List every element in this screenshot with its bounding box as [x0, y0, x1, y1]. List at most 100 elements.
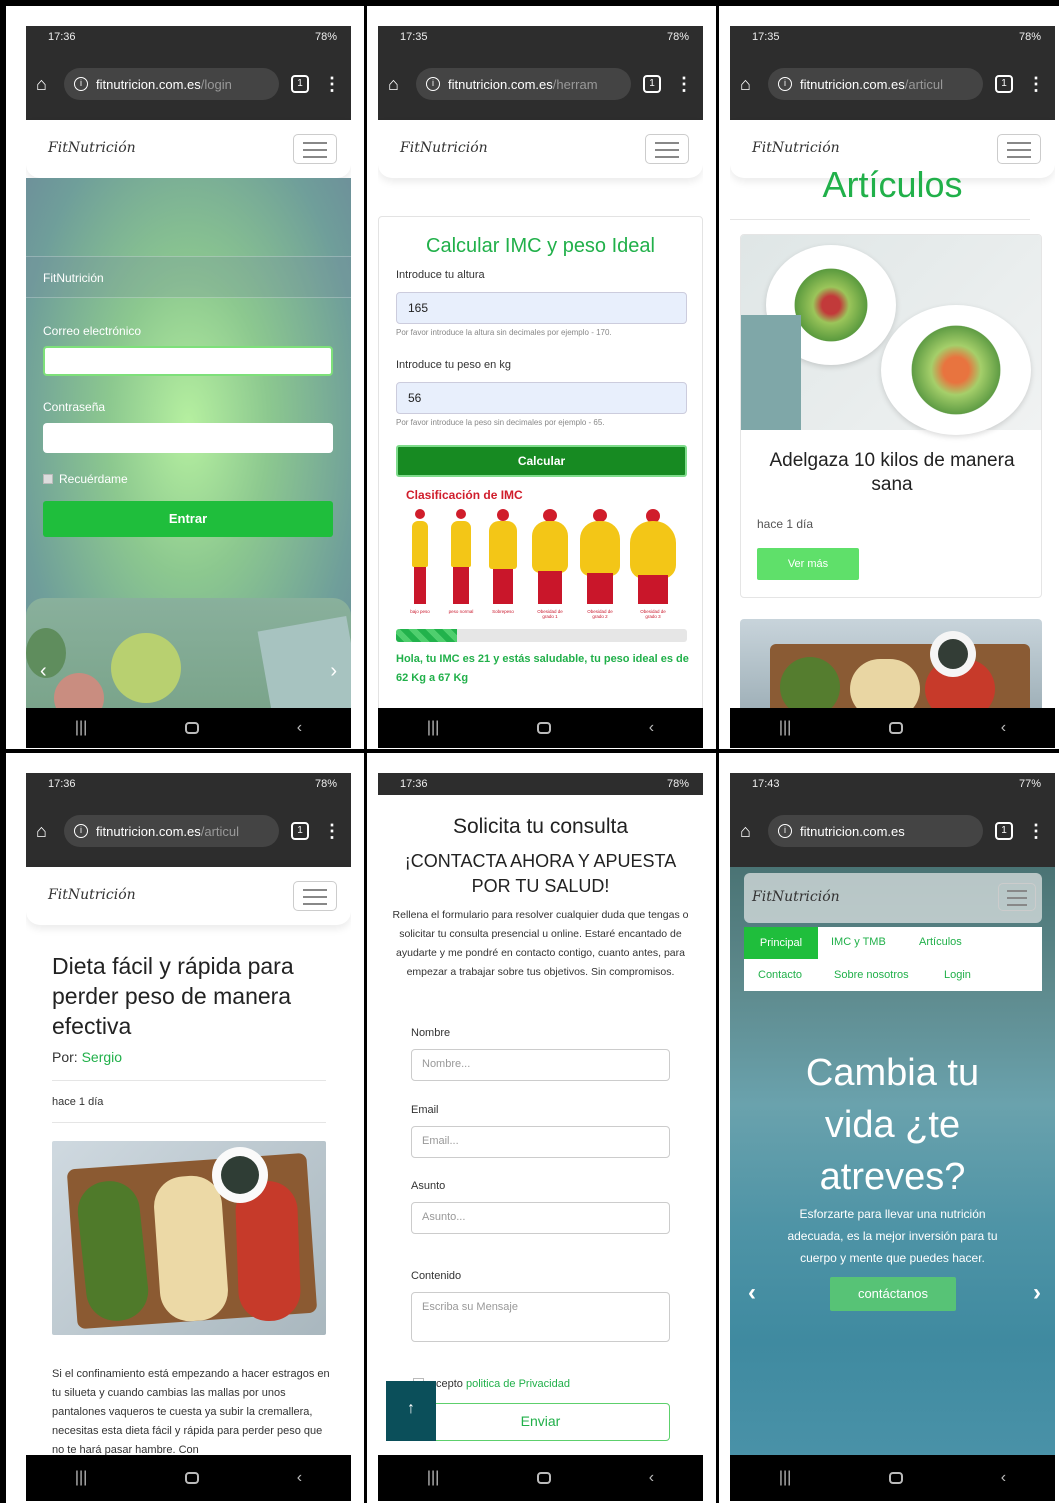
brand-logo[interactable]: FitNutrición: [400, 140, 488, 156]
remember-checkbox[interactable]: [43, 474, 53, 484]
recents-icon[interactable]: |||: [427, 719, 439, 737]
menu-dots-icon[interactable]: ⋮: [323, 74, 341, 95]
brand-logo[interactable]: FitNutrición: [752, 140, 840, 156]
login-button[interactable]: Entrar: [43, 501, 333, 537]
carousel-next-icon[interactable]: ›: [330, 660, 337, 683]
menu-dots-icon[interactable]: ⋮: [1027, 821, 1045, 842]
email-input[interactable]: Email...: [411, 1126, 670, 1158]
menu-item-articulos[interactable]: Artículos: [919, 936, 962, 948]
brand-logo[interactable]: FitNutrición: [752, 889, 840, 905]
carousel-prev-icon[interactable]: ‹: [40, 660, 47, 683]
brand-logo[interactable]: FitNutrición: [48, 140, 136, 156]
status-bar: 17:35 78%: [378, 26, 703, 48]
login-hero: FitNutrición Correo electrónico Contrase…: [26, 178, 351, 736]
figure-label-1: bajo peso: [410, 609, 430, 614]
privacy-link[interactable]: politica de Privacidad: [466, 1378, 570, 1390]
browser-bar: ⌂ i fitnutricion.com.es/login 1 ⋮: [26, 48, 351, 120]
scroll-top-button[interactable]: ↑: [386, 1381, 436, 1441]
height-input[interactable]: 165: [396, 292, 687, 324]
cta-button[interactable]: contáctanos: [830, 1277, 956, 1311]
back-icon[interactable]: ‹: [1001, 1469, 1006, 1487]
menu-item-imc[interactable]: IMC y TMB: [831, 936, 886, 948]
menu-item-sobre[interactable]: Sobre nosotros: [834, 969, 909, 981]
password-field[interactable]: [43, 423, 333, 453]
info-icon: i: [426, 77, 440, 91]
subject-input[interactable]: Asunto...: [411, 1202, 670, 1234]
hero-background: FitNutrición Principal IMC y TMB Artícul…: [730, 867, 1055, 1461]
weight-input[interactable]: 56: [396, 382, 687, 414]
url-field[interactable]: i fitnutricion.com.es/login: [64, 68, 279, 100]
home-circle-icon[interactable]: [889, 1472, 904, 1484]
imc-card: Calcular IMC y peso Ideal Introduce tu a…: [378, 216, 703, 736]
home-icon[interactable]: ⌂: [36, 74, 64, 95]
status-bar: 17:36 78%: [26, 773, 351, 795]
figure-underweight: [409, 509, 431, 604]
site-name: FitNutrición: [43, 271, 104, 285]
hamburger-menu-icon[interactable]: [998, 883, 1036, 911]
status-bar: 17:36 78%: [378, 773, 703, 795]
brand-logo[interactable]: FitNutrición: [48, 887, 136, 903]
url-field[interactable]: i fitnutricion.com.es/articul: [64, 815, 279, 847]
card-title[interactable]: Adelgaza 10 kilos de manera sana: [751, 449, 1033, 497]
salad-photo: [741, 235, 1041, 435]
menu-item-contacto[interactable]: Contacto: [758, 969, 802, 981]
read-more-button[interactable]: Ver más: [757, 548, 859, 580]
back-icon[interactable]: ‹: [1001, 719, 1006, 737]
back-icon[interactable]: ‹: [649, 719, 654, 737]
send-button[interactable]: Enviar: [411, 1403, 670, 1441]
tabs-button[interactable]: 1: [643, 75, 661, 93]
home-icon[interactable]: ⌂: [740, 74, 768, 95]
recents-icon[interactable]: |||: [779, 1469, 791, 1487]
tabs-button[interactable]: 1: [291, 822, 309, 840]
tabs-button[interactable]: 1: [291, 75, 309, 93]
message-textarea[interactable]: Escriba su Mensaje: [411, 1292, 670, 1342]
back-icon[interactable]: ‹: [649, 1469, 654, 1487]
author-link[interactable]: Sergio: [82, 1049, 122, 1065]
menu-dots-icon[interactable]: ⋮: [323, 821, 341, 842]
tabs-button[interactable]: 1: [995, 75, 1013, 93]
hamburger-menu-icon[interactable]: [293, 881, 337, 911]
tabs-button[interactable]: 1: [995, 822, 1013, 840]
menu-item-login[interactable]: Login: [944, 969, 971, 981]
recents-icon[interactable]: |||: [75, 719, 87, 737]
recents-icon[interactable]: |||: [779, 719, 791, 737]
home-circle-icon[interactable]: [889, 722, 904, 734]
figure-obese-3: [630, 509, 676, 604]
height-label: Introduce tu altura: [396, 269, 485, 281]
calculate-button[interactable]: Calcular: [396, 445, 687, 477]
url-field[interactable]: i fitnutricion.com.es/articul: [768, 68, 983, 100]
menu-item-principal[interactable]: Principal: [744, 927, 818, 959]
email-field[interactable]: [43, 346, 333, 376]
hamburger-menu-icon[interactable]: [997, 134, 1041, 164]
battery: 77%: [1018, 778, 1041, 790]
hamburger-menu-icon[interactable]: [645, 134, 689, 164]
url-field[interactable]: i fitnutricion.com.es/herram: [416, 68, 631, 100]
name-input[interactable]: Nombre...: [411, 1049, 670, 1081]
menu-dots-icon[interactable]: ⋮: [675, 74, 693, 95]
back-icon[interactable]: ‹: [297, 1469, 302, 1487]
hamburger-menu-icon[interactable]: [293, 134, 337, 164]
home-circle-icon[interactable]: [185, 722, 200, 734]
home-circle-icon[interactable]: [185, 1472, 200, 1484]
carousel-next-icon[interactable]: ›: [1033, 1279, 1041, 1307]
recents-icon[interactable]: |||: [75, 1469, 87, 1487]
contact-title: Solicita tu consulta: [452, 815, 629, 838]
battery: 78%: [666, 31, 689, 43]
menu-dots-icon[interactable]: ⋮: [1027, 74, 1045, 95]
back-icon[interactable]: ‹: [297, 719, 302, 737]
email-label: Correo electrónico: [43, 324, 142, 338]
home-icon[interactable]: ⌂: [36, 821, 64, 842]
article-time: hace 1 día: [52, 1096, 104, 1108]
carousel-prev-icon[interactable]: ‹: [748, 1279, 756, 1307]
home-icon[interactable]: ⌂: [388, 74, 416, 95]
home-circle-icon[interactable]: [537, 722, 552, 734]
home-icon[interactable]: ⌂: [740, 821, 768, 842]
home-circle-icon[interactable]: [537, 1472, 552, 1484]
figure-normal: [449, 509, 473, 604]
divider: [52, 1080, 326, 1081]
browser-bar: ⌂ i fitnutricion.com.es 1 ⋮: [730, 795, 1055, 867]
url-field[interactable]: i fitnutricion.com.es: [768, 815, 983, 847]
header-strip: FitNutrición: [26, 256, 351, 298]
article-byline: Por: Sergio: [52, 1049, 123, 1065]
recents-icon[interactable]: |||: [427, 1469, 439, 1487]
